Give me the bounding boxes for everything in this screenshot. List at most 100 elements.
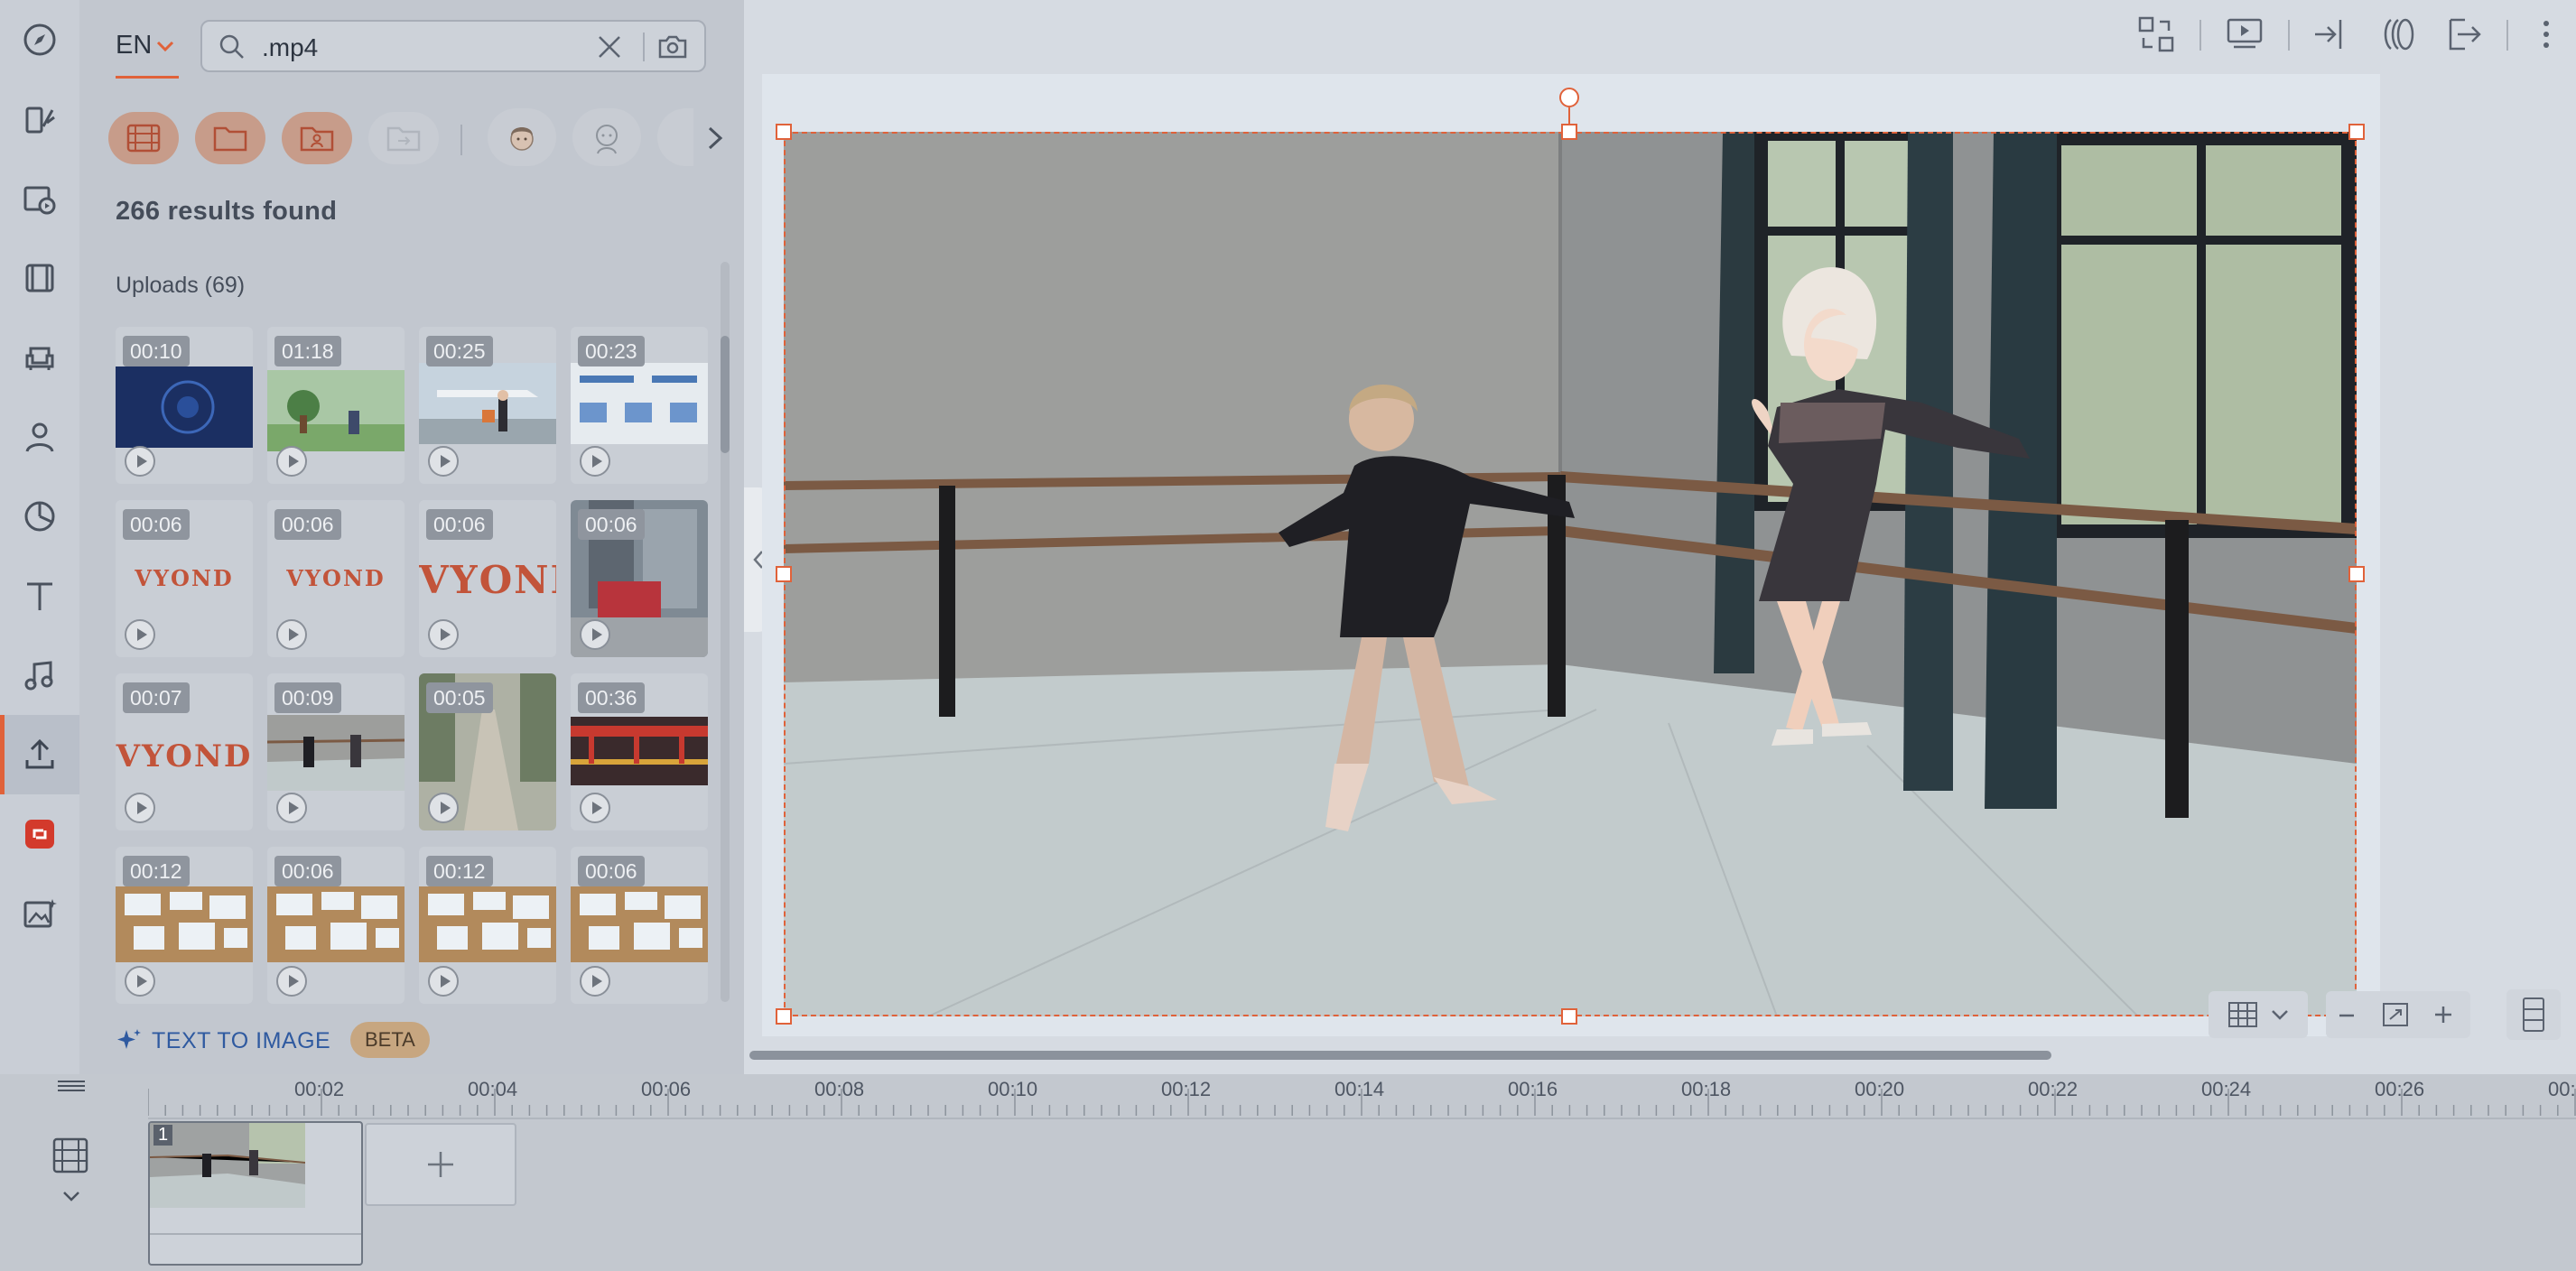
media-tile[interactable]: 00:36: [571, 673, 708, 830]
ruler-tick-label: 00:10: [988, 1078, 1038, 1100]
play-icon[interactable]: [428, 446, 459, 477]
media-tile[interactable]: 00:09: [267, 673, 405, 830]
filter-shared-folder-button[interactable]: [282, 112, 352, 164]
media-tile[interactable]: 00:12: [116, 847, 253, 1004]
play-icon[interactable]: [580, 793, 610, 823]
play-icon[interactable]: [276, 446, 307, 477]
search-input[interactable]: [260, 29, 607, 67]
grid-toggle[interactable]: [2209, 991, 2308, 1038]
play-icon[interactable]: [125, 966, 155, 997]
image-sparkle-icon[interactable]: [0, 874, 79, 953]
folder-arrow-icon: [386, 126, 421, 152]
filter-move-button[interactable]: [368, 112, 439, 164]
filter-character-button[interactable]: [488, 108, 556, 166]
motion-path-icon[interactable]: [2376, 13, 2420, 56]
results-count: 266 results found: [116, 197, 338, 226]
panel-scrollbar-thumb[interactable]: [721, 336, 730, 453]
duration-badge: 00:23: [578, 336, 645, 366]
language-selector[interactable]: EN: [116, 31, 175, 60]
resize-handle-top[interactable]: [1561, 124, 1577, 140]
camera-icon[interactable]: [657, 33, 688, 60]
duration-badge: 00:07: [123, 682, 190, 713]
exit-transition-icon[interactable]: [2443, 13, 2487, 56]
media-tile[interactable]: 00:23: [571, 327, 708, 484]
armchair-icon[interactable]: [0, 318, 79, 397]
zoom-out-icon[interactable]: [2337, 1006, 2357, 1025]
add-scene-button[interactable]: [365, 1123, 516, 1206]
close-icon[interactable]: [596, 33, 623, 60]
media-thumbnail: [116, 886, 253, 962]
preview-icon[interactable]: [2223, 13, 2266, 56]
filter-avatar-button[interactable]: [572, 108, 641, 166]
person-icon[interactable]: [0, 397, 79, 477]
ruler-tick-label: 00:18: [1681, 1078, 1732, 1100]
media-tile[interactable]: VYOND 00:06: [116, 500, 253, 657]
media-tile[interactable]: 00:25: [419, 327, 556, 484]
media-tile[interactable]: 00:06: [267, 847, 405, 1004]
canvas-horizontal-scrollbar[interactable]: [749, 1051, 2051, 1060]
resize-handle-top-right[interactable]: [2348, 124, 2365, 140]
play-icon[interactable]: [276, 793, 307, 823]
play-icon[interactable]: [428, 793, 459, 823]
outline-face-icon: [596, 125, 618, 154]
resize-handle-bottom-left[interactable]: [776, 1008, 792, 1025]
media-tile[interactable]: VYOND 00:06: [419, 500, 556, 657]
play-icon[interactable]: [276, 966, 307, 997]
media-thumbnail: [571, 363, 708, 444]
rotation-handle[interactable]: [1559, 88, 1579, 107]
upload-icon[interactable]: [0, 715, 79, 794]
side-panel-toggle[interactable]: [2506, 989, 2561, 1040]
play-icon[interactable]: [428, 619, 459, 650]
scenes-film-icon[interactable]: [51, 1136, 90, 1175]
resize-handle-bottom[interactable]: [1561, 1008, 1577, 1025]
music-note-icon[interactable]: [0, 636, 79, 715]
fit-screen-icon[interactable]: [2382, 1002, 2409, 1027]
enter-transition-icon[interactable]: [2310, 13, 2353, 56]
tool-rail: [0, 0, 79, 1074]
duration-badge: 00:36: [578, 682, 645, 713]
media-tile[interactable]: 00:10: [116, 327, 253, 484]
app-logo-icon[interactable]: [0, 794, 79, 874]
scene-video[interactable]: [784, 132, 2357, 1016]
video-file-icon[interactable]: [0, 159, 79, 238]
more-vertical-icon[interactable]: [2525, 13, 2568, 56]
ruler-tick-label: 00:16: [1508, 1078, 1558, 1100]
scene-thumbnail[interactable]: 1: [148, 1121, 363, 1266]
shared-folder-icon: [300, 126, 334, 152]
dance-studio-video-frame: [784, 132, 2357, 1016]
play-icon[interactable]: [125, 446, 155, 477]
resize-handle-left[interactable]: [776, 566, 792, 582]
film-icon[interactable]: [0, 238, 79, 318]
media-tile[interactable]: 01:18: [267, 327, 405, 484]
media-tile[interactable]: VYOND 00:07: [116, 673, 253, 830]
filter-video-button[interactable]: [108, 112, 179, 164]
resize-handle-right[interactable]: [2348, 566, 2365, 582]
brush-icon[interactable]: [0, 79, 79, 159]
media-tile[interactable]: 00:12: [419, 847, 556, 1004]
chevron-down-icon[interactable]: [61, 1190, 81, 1202]
text-icon[interactable]: [0, 556, 79, 636]
ruler-tick-label: 00:02: [294, 1078, 345, 1100]
text-to-image-button[interactable]: TEXT TO IMAGE: [116, 1027, 330, 1054]
zoom-in-icon[interactable]: [2432, 1004, 2454, 1025]
play-icon[interactable]: [580, 446, 610, 477]
play-icon[interactable]: [125, 793, 155, 823]
play-icon[interactable]: [125, 619, 155, 650]
timeline-handle-icon[interactable]: [56, 1080, 87, 1092]
play-icon[interactable]: [580, 966, 610, 997]
resize-handle-top-left[interactable]: [776, 124, 792, 140]
media-tile[interactable]: 00:05: [419, 673, 556, 830]
swap-icon[interactable]: [2134, 13, 2178, 56]
media-tile[interactable]: 00:06: [571, 847, 708, 1004]
pie-chart-icon[interactable]: [0, 477, 79, 556]
language-underline: [116, 76, 179, 79]
media-thumbnail: [419, 363, 556, 444]
media-tile[interactable]: VYOND 00:06: [267, 500, 405, 657]
play-icon[interactable]: [428, 966, 459, 997]
play-icon[interactable]: [580, 619, 610, 650]
chevron-right-icon[interactable]: [704, 125, 726, 152]
compass-icon[interactable]: [0, 0, 79, 79]
media-tile[interactable]: 00:06: [571, 500, 708, 657]
filter-folder-button[interactable]: [195, 112, 265, 164]
play-icon[interactable]: [276, 619, 307, 650]
